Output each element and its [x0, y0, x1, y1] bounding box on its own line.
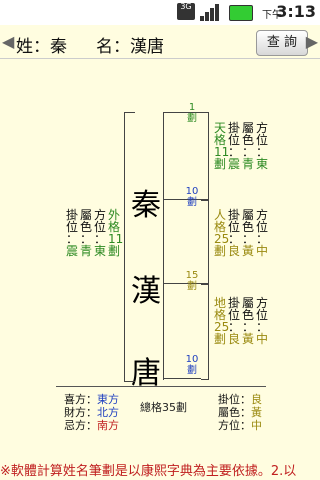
outer-grid-col-2: 屬色：青: [80, 208, 93, 258]
person-grid-label: 人格 25 劃: [214, 208, 230, 258]
sky-bracket: [201, 112, 209, 201]
sky-grid-col-2: 屬色：青: [242, 121, 255, 171]
status-bar: 3G 下午 3:13: [0, 0, 320, 25]
sky-grid-col-1: 掛位：震: [228, 121, 241, 171]
header-divider: [0, 58, 320, 59]
person-bracket: [201, 199, 209, 285]
outer-grid-col-1: 掛位：震: [66, 208, 79, 258]
earth-grid-col-1: 掛位：良: [228, 296, 241, 346]
summary-divider: [56, 386, 266, 387]
person-grid-col-2: 屬色：黃: [242, 208, 255, 258]
outer-grid-label: 外格 11 劃: [108, 208, 124, 258]
person-grid-col-1: 掛位：良: [228, 208, 241, 258]
person-grid-col-3: 方位：中: [256, 208, 269, 258]
outer-grid-col-3: 方位：東: [94, 208, 107, 258]
left-arrow-icon[interactable]: ◀: [2, 32, 14, 51]
sky-grid-label: 天格 11 劃: [214, 121, 230, 171]
sky-grid-col-3: 方位：東: [256, 121, 269, 171]
name-header: ◀ 姓：秦 名：漢唐 查 詢 ▶: [0, 28, 320, 58]
footer-notice: ※軟體計算姓名筆劃是以康熙字典為主要依據。2.以: [0, 464, 297, 479]
stroke-count-surname: 10 劃: [185, 186, 199, 208]
earth-grid-label: 地格 25 劃: [214, 296, 230, 346]
total-grid-details: 掛位：良 屬色：黃 方位：中: [218, 393, 262, 432]
left-bracket: [124, 112, 135, 382]
total-grid: 總格35劃: [140, 401, 187, 414]
right-arrow-icon[interactable]: ▶: [306, 32, 318, 51]
clock: 3:13: [276, 2, 316, 21]
favorable-directions: 喜方：東方 財方：北方 忌方：南方: [64, 393, 119, 432]
given-name-label: 名：漢唐: [96, 37, 164, 57]
battery-icon: [229, 5, 253, 21]
stroke-count-given-1: 15 劃: [185, 270, 199, 292]
earth-grid-col-2: 屬色：黃: [242, 296, 255, 346]
stroke-count-top: 1劃: [187, 102, 197, 124]
network-3g-icon: 3G: [177, 3, 195, 20]
stroke-count-given-2: 10 劃: [185, 354, 199, 376]
earth-grid-col-3: 方位：中: [256, 296, 269, 346]
earth-bracket: [201, 283, 209, 380]
surname-label: 姓：秦: [16, 37, 67, 57]
signal-strength-icon: [200, 3, 222, 21]
query-button[interactable]: 查 詢: [256, 30, 308, 56]
stroke-spine: [163, 112, 164, 380]
